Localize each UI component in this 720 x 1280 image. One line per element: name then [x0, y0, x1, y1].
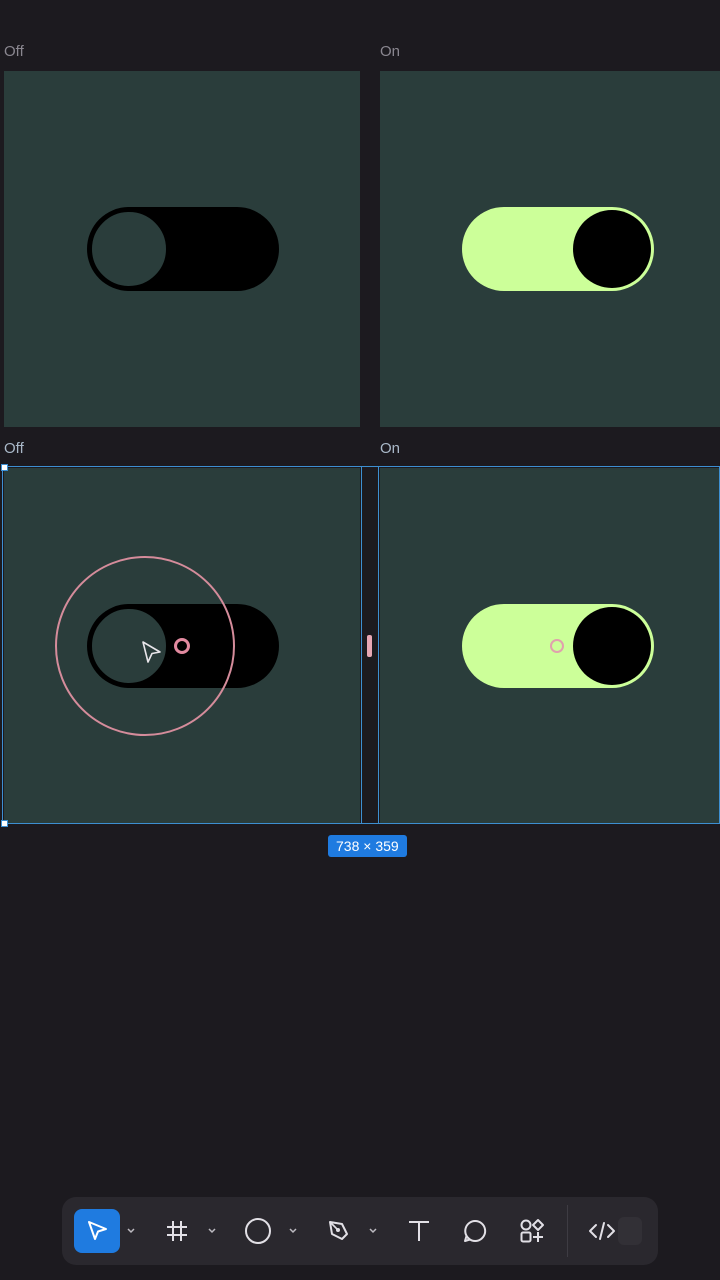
comment-tool-button[interactable]	[460, 1209, 490, 1253]
frame-label-off-2[interactable]: Off	[4, 440, 24, 457]
bottom-toolbar	[62, 1197, 658, 1265]
toolbar-divider	[567, 1205, 568, 1257]
selection-handle-bottom-left[interactable]	[1, 820, 8, 827]
components-grid-icon	[520, 1219, 544, 1243]
pen-nib-icon	[329, 1221, 348, 1240]
move-tool-button[interactable]	[74, 1209, 120, 1253]
chevron-down-icon[interactable]	[207, 1225, 217, 1235]
touch-point-icon	[550, 639, 564, 653]
shape-tool-button[interactable]	[242, 1209, 274, 1253]
gap-adjust-handle[interactable]	[367, 635, 372, 657]
cursor-arrow-icon	[88, 1221, 107, 1240]
chevron-down-icon[interactable]	[368, 1225, 378, 1235]
components-tool-button[interactable]	[516, 1209, 548, 1253]
toggle-knob	[573, 210, 651, 288]
toggle-knob	[89, 209, 169, 289]
code-brackets-icon	[589, 1222, 615, 1240]
toggle-knob	[573, 607, 651, 685]
selection-handle-top-left[interactable]	[1, 464, 8, 471]
frame-tool-button[interactable]	[162, 1209, 192, 1253]
dev-mode-toggle-switch[interactable]	[618, 1217, 642, 1245]
pen-tool-button[interactable]	[324, 1209, 354, 1253]
selection-size-badge: 738 × 359	[328, 835, 407, 857]
text-t-icon	[409, 1221, 429, 1241]
mouse-cursor-icon	[142, 641, 161, 663]
toggle-on-1[interactable]	[462, 207, 654, 291]
speech-bubble-icon	[464, 1219, 487, 1242]
touch-point-icon	[174, 638, 190, 654]
frame-label-off-1[interactable]: Off	[4, 43, 24, 60]
text-tool-button[interactable]	[404, 1209, 434, 1253]
toggle-off-1[interactable]	[87, 207, 279, 291]
circle-icon	[245, 1218, 271, 1244]
frame-on-1[interactable]	[380, 71, 720, 427]
hash-frame-icon	[167, 1221, 187, 1241]
chevron-down-icon[interactable]	[126, 1225, 136, 1235]
frame-label-on-2[interactable]: On	[380, 440, 400, 457]
design-canvas[interactable]: Off On Off On 738 × 359	[0, 0, 720, 1280]
frame-off-1[interactable]	[4, 71, 360, 427]
frame-label-on-1[interactable]: On	[380, 43, 400, 60]
chevron-down-icon[interactable]	[288, 1225, 298, 1235]
dev-mode-button[interactable]	[584, 1209, 620, 1253]
